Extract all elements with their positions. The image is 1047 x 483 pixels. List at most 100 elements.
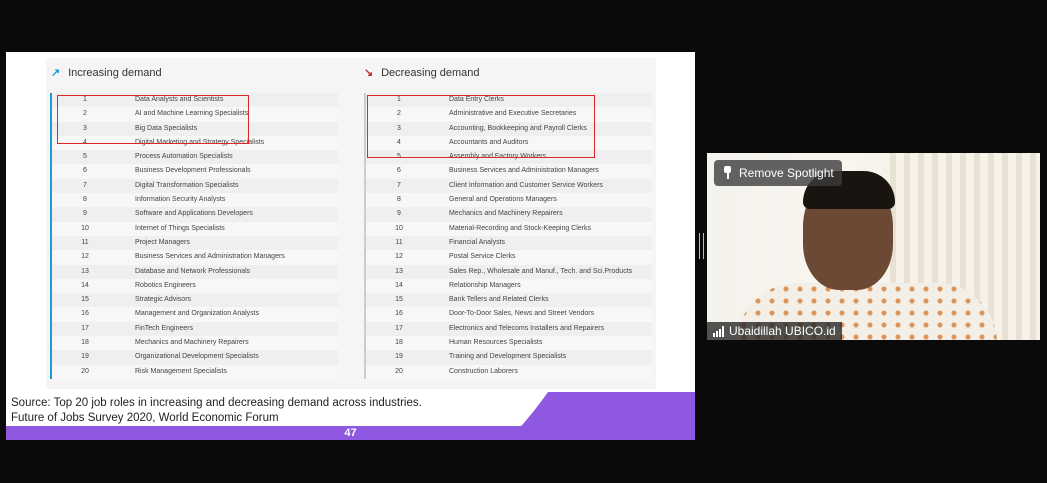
rank-number: 7	[397, 181, 401, 189]
signal-strength-icon	[713, 325, 724, 337]
decreasing-header: ↘ Decreasing demand	[364, 66, 480, 79]
job-role-label: Client Information and Customer Service …	[449, 181, 603, 189]
rank-number: 11	[81, 238, 89, 246]
job-role-label: Robotics Engineers	[135, 281, 196, 289]
increasing-header: ↗ Increasing demand	[51, 66, 162, 79]
participant-name-tag: Ubaidillah UBICO.id	[707, 322, 842, 340]
job-role-label: Information Security Analysts	[135, 196, 226, 204]
list-item: 14 Relationship Managers	[364, 278, 652, 294]
list-item: 6 Business Services and Administration Ma…	[364, 164, 652, 179]
source-caption: Source: Top 20 job roles in increasing a…	[11, 396, 422, 425]
rank-number: 9	[397, 210, 401, 218]
list-item: 10 Internet of Things Specialists	[50, 221, 338, 236]
list-item: 14 Robotics Engineers	[50, 278, 338, 294]
participant-name: Ubaidillah UBICO.id	[729, 324, 836, 338]
rank-number: 15	[395, 296, 403, 304]
job-role-label: Financial Analysts	[449, 238, 506, 246]
rank-number: 9	[83, 210, 87, 218]
remove-spotlight-label: Remove Spotlight	[739, 166, 834, 180]
participant-video[interactable]: Remove Spotlight Ubaidillah UBICO.id	[707, 153, 1040, 340]
decreasing-title: Decreasing demand	[381, 67, 480, 79]
job-role-label: Digital Transformation Specialists	[135, 181, 239, 189]
list-item: 6 Business Development Professionals	[50, 164, 338, 179]
highlight-box-decreasing	[367, 95, 595, 158]
job-role-label: Database and Network Professionals	[135, 267, 251, 275]
list-item: 10 Material-Recording and Stock-Keeping C…	[364, 221, 652, 236]
rank-number: 17	[395, 324, 403, 332]
rank-number: 19	[395, 353, 403, 361]
rank-number: 20	[81, 367, 89, 375]
source-line-1: Source: Top 20 job roles in increasing a…	[11, 397, 422, 409]
job-role-label: Business Development Professionals	[135, 167, 251, 175]
job-role-label: Postal Service Clerks	[449, 253, 516, 261]
list-item: 18 Mechanics and Machinery Repairers	[50, 336, 338, 351]
rank-number: 15	[81, 296, 89, 304]
job-role-label: Construction Laborers	[449, 367, 518, 375]
jobs-panel: ↗ Increasing demand ↘ Decreasing demand …	[46, 58, 656, 389]
list-item: 20 Construction Laborers	[364, 364, 652, 379]
job-role-label: Human Resources Specialists	[449, 339, 543, 347]
job-role-label: Bank Tellers and Related Clerks	[449, 296, 549, 304]
job-role-label: Material-Recording and Stock-Keeping Cle…	[449, 224, 592, 232]
job-role-label: Electronics and Telecoms Installers and …	[449, 324, 605, 332]
list-item: 5 Process Automation Specialists	[50, 150, 338, 165]
job-role-label: Mechanics and Machinery Repairers	[135, 339, 249, 347]
rank-number: 19	[81, 353, 89, 361]
rank-number: 8	[397, 196, 401, 204]
job-role-label: General and Operations Managers	[449, 196, 557, 204]
list-item: 19 Training and Development Specialists	[364, 350, 652, 365]
list-item: 16 Door-To-Door Sales, News and Street Ve…	[364, 307, 652, 322]
list-item: 15 Strategic Advisors	[50, 293, 338, 308]
rank-number: 18	[81, 339, 89, 347]
list-item: 16 Management and Organization Analysts	[50, 307, 338, 322]
rank-number: 20	[395, 367, 403, 375]
job-role-label: Internet of Things Specialists	[135, 224, 225, 232]
highlight-box-increasing	[57, 95, 249, 144]
list-item: 7 Digital Transformation Specialists	[50, 178, 338, 194]
list-item: 11 Financial Analysts	[364, 235, 652, 251]
rank-number: 17	[81, 324, 89, 332]
rank-number: 16	[395, 310, 403, 318]
rank-number: 8	[83, 196, 87, 204]
list-item: 15 Bank Tellers and Related Clerks	[364, 293, 652, 308]
list-item: 12 Business Services and Administration M…	[50, 250, 338, 265]
list-item: 12 Postal Service Clerks	[364, 250, 652, 265]
list-item: 19 Organizational Development Specialists	[50, 350, 338, 365]
job-role-label: Risk Management Specialists	[135, 367, 227, 375]
job-role-label: Organizational Development Specialists	[135, 353, 259, 361]
rank-number: 10	[81, 224, 89, 232]
job-role-label: FinTech Engineers	[135, 324, 193, 332]
list-item: 20 Risk Management Specialists	[50, 364, 338, 379]
rank-number: 6	[83, 167, 87, 175]
resize-handle[interactable]	[699, 233, 704, 259]
job-role-label: Strategic Advisors	[135, 296, 192, 304]
job-role-label: Project Managers	[135, 238, 190, 246]
list-item: 13 Sales Rep., Wholesale and Manuf., Tech…	[364, 264, 652, 279]
job-role-label: Management and Organization Analysts	[135, 310, 260, 318]
rank-number: 14	[395, 281, 403, 289]
list-item: 7 Client Information and Customer Service…	[364, 178, 652, 194]
rank-number: 10	[395, 224, 403, 232]
list-item: 8 General and Operations Managers	[364, 193, 652, 208]
job-role-label: Training and Development Specialists	[449, 353, 567, 361]
job-role-label: Software and Applications Developers	[135, 210, 253, 218]
list-item: 9 Mechanics and Machinery Repairers	[364, 207, 652, 222]
list-item: 11 Project Managers	[50, 235, 338, 251]
job-role-label: Relationship Managers	[449, 281, 521, 289]
job-role-label: Door-To-Door Sales, News and Street Vend…	[449, 310, 595, 318]
pin-icon	[722, 166, 733, 180]
list-item: 17 FinTech Engineers	[50, 321, 338, 337]
shared-slide: ↗ Increasing demand ↘ Decreasing demand …	[6, 52, 695, 440]
remove-spotlight-button[interactable]: Remove Spotlight	[714, 160, 842, 186]
job-role-label: Mechanics and Machinery Repairers	[449, 210, 563, 218]
rank-number: 7	[83, 181, 87, 189]
rank-number: 13	[395, 267, 403, 275]
job-role-label: Sales Rep., Wholesale and Manuf., Tech. …	[449, 267, 633, 275]
job-role-label: Process Automation Specialists	[135, 153, 233, 161]
list-item: 8 Information Security Analysts	[50, 193, 338, 208]
arrow-up-right-icon: ↗	[51, 67, 61, 79]
list-item: 9 Software and Applications Developers	[50, 207, 338, 222]
rank-number: 14	[81, 281, 89, 289]
list-item: 18 Human Resources Specialists	[364, 336, 652, 351]
rank-number: 6	[397, 167, 401, 175]
